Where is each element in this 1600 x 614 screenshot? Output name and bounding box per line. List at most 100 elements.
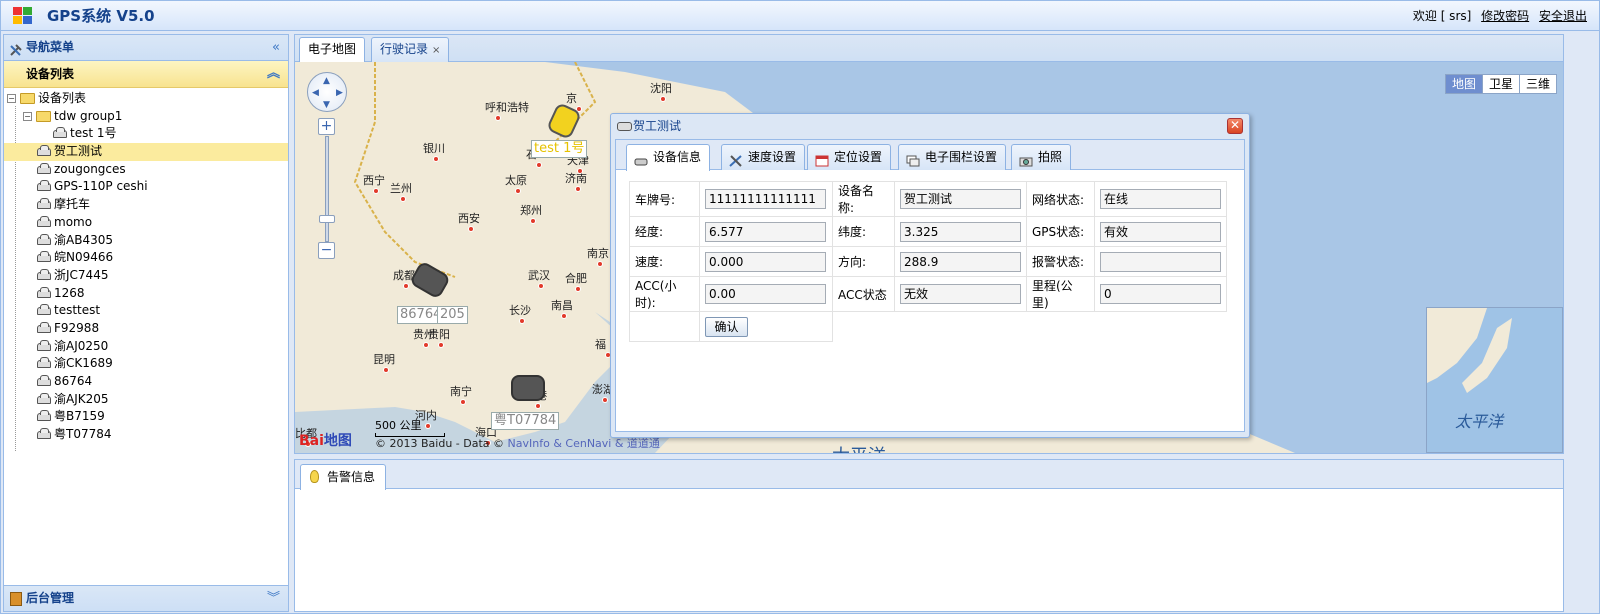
car-icon (37, 410, 51, 422)
info-value-field[interactable]: 0.000 (705, 251, 826, 272)
car-icon (617, 122, 632, 131)
expand-down-icon[interactable]: ︾ (267, 586, 280, 611)
vehicle-marker[interactable] (511, 375, 545, 401)
copyright-link[interactable]: NavInfo (508, 437, 550, 450)
tab-photo[interactable]: 拍照 (1011, 144, 1072, 170)
tree-device-item[interactable]: test 1号 (4, 125, 288, 143)
window-tab-bar: 设备信息 速度设置 定位设置 电子围栏设置 拍照 (616, 140, 1244, 171)
tree-device-item[interactable]: GPS-110P ceshi (4, 178, 288, 196)
tree-device-item[interactable]: 渝AJ0250 (4, 338, 288, 356)
info-value-field[interactable]: 有效 (1100, 221, 1221, 242)
pan-left-icon[interactable]: ◀ (312, 89, 319, 98)
admin-panel-label: 后台管理 (26, 591, 75, 605)
vehicle-label[interactable]: 粤T07784 (491, 412, 560, 430)
city-label: 沈阳 (650, 82, 672, 95)
close-tab-icon[interactable]: × (432, 45, 440, 56)
info-key: 车牌号: (629, 181, 700, 217)
info-value-field[interactable]: 在线 (1100, 189, 1221, 209)
change-password-link[interactable]: 修改密码 (1481, 9, 1529, 23)
tree-device-item[interactable]: 粤T07784 (4, 426, 288, 444)
tab-speed-settings[interactable]: 速度设置 (721, 144, 806, 170)
baidu-logo: Bai地图 (299, 433, 352, 449)
info-value-field[interactable]: 3.325 (900, 221, 1021, 242)
tree-device-item[interactable]: 渝CK1689 (4, 355, 288, 373)
tree-device-item[interactable]: testtest (4, 302, 288, 320)
info-key: 纬度: (832, 216, 895, 247)
tab-electronic-map[interactable]: 电子地图 (299, 37, 366, 63)
info-value-field[interactable]: 0 (1100, 284, 1221, 304)
collapse-left-icon[interactable]: « (272, 35, 280, 60)
info-value-field[interactable]: 无效 (900, 284, 1021, 304)
zoom-out-button[interactable]: − (318, 242, 335, 259)
device-label: momo (54, 214, 93, 229)
collapse-node-icon[interactable]: − (23, 111, 32, 121)
vehicle-label[interactable]: 205 (437, 306, 468, 324)
pan-right-icon[interactable]: ▶ (336, 89, 343, 98)
tree-root[interactable]: − 设备列表 (4, 90, 288, 108)
info-value-cell: 3.325 (894, 216, 1027, 247)
tree-device-item[interactable]: 皖N09466 (4, 249, 288, 267)
map-type-3d[interactable]: 三维 (1520, 75, 1556, 93)
city-dot-icon (535, 403, 541, 409)
tab-location-settings[interactable]: 定位设置 (807, 144, 892, 170)
tab-device-info[interactable]: 设备信息 (626, 144, 711, 171)
zoom-slider-track[interactable] (325, 136, 329, 242)
tree-device-item[interactable]: 摩托车 (4, 196, 288, 214)
admin-panel-header[interactable]: 后台管理 ︾ (4, 585, 288, 611)
info-key: 网络状态: (1026, 181, 1095, 217)
device-label: 渝AB4305 (54, 232, 113, 247)
window-body: 设备信息 速度设置 定位设置 电子围栏设置 拍照 车牌号: 11111111111… (615, 139, 1245, 432)
tree-device-item[interactable]: F92988 (4, 320, 288, 338)
map-type-satellite[interactable]: 卫星 (1483, 75, 1520, 93)
tree-device-item[interactable]: 1268 (4, 285, 288, 303)
car-icon (37, 162, 51, 174)
vehicle-label[interactable]: test 1号 (531, 140, 588, 158)
info-value-field[interactable]: 6.577 (705, 221, 826, 242)
info-value-field[interactable]: 贺工测试 (900, 189, 1021, 209)
calendar-clock-icon (815, 151, 829, 167)
folder-open-icon (20, 93, 35, 104)
close-window-button[interactable]: ✕ (1227, 118, 1243, 134)
window-header[interactable]: 贺工测试 ✕ (611, 114, 1249, 138)
pan-up-icon[interactable]: ▲ (323, 77, 330, 86)
tree-device-item[interactable]: 86764 (4, 373, 288, 391)
car-icon (37, 375, 51, 386)
collapse-up-icon[interactable]: ︽ (267, 61, 280, 87)
info-value-field[interactable]: 288.9 (900, 251, 1021, 272)
logout-link[interactable]: 安全退出 (1539, 9, 1587, 23)
tree-device-item[interactable]: 渝AJK205 (4, 391, 288, 409)
car-icon (37, 392, 51, 404)
tree-device-item[interactable]: momo (4, 214, 288, 232)
map-type-normal[interactable]: 地图 (1445, 75, 1483, 93)
tab-driving-record[interactable]: 行驶记录 × (371, 37, 450, 62)
zoom-slider-thumb[interactable] (319, 215, 335, 223)
confirm-button[interactable]: 确认 (705, 316, 748, 337)
zoom-in-button[interactable]: + (318, 118, 335, 135)
info-value-field[interactable] (1100, 251, 1221, 272)
tab-geofence-settings[interactable]: 电子围栏设置 (898, 144, 1007, 170)
tree-device-item[interactable]: zougongces (4, 161, 288, 179)
tab-alerts[interactable]: 告警信息 (300, 464, 387, 490)
tree-device-item[interactable]: 贺工测试 (4, 143, 288, 161)
device-label: 粤B7159 (54, 409, 105, 424)
car-icon (37, 268, 51, 280)
city-dot-icon (423, 342, 429, 348)
device-list-header[interactable]: 设备列表 ︽ (4, 61, 288, 88)
city-label: 郑州 (520, 204, 542, 217)
info-value-field[interactable]: 11111111111111 (705, 189, 826, 209)
pan-down-icon[interactable]: ▼ (323, 101, 330, 110)
tree-device-item[interactable]: 渝AB4305 (4, 232, 288, 250)
tree-device-item[interactable]: 浙JC7445 (4, 267, 288, 285)
copyright-link[interactable]: & 道道通 (615, 437, 660, 450)
copyright-link[interactable]: & CenNavi (553, 437, 611, 450)
city-label: 武汉 (528, 269, 550, 282)
info-key: 速度: (629, 246, 700, 277)
car-icon (37, 321, 51, 333)
overview-map[interactable]: 太平洋 (1426, 307, 1563, 453)
pan-control[interactable]: ▲ ▼ ◀ ▶ (307, 72, 347, 112)
tree-group[interactable]: − tdw group1 (4, 108, 288, 126)
collapse-node-icon[interactable]: − (7, 94, 16, 103)
info-value-field[interactable]: 0.00 (705, 284, 826, 304)
tree-device-item[interactable]: 粤B7159 (4, 408, 288, 426)
button-row: 确认 (629, 311, 1227, 342)
